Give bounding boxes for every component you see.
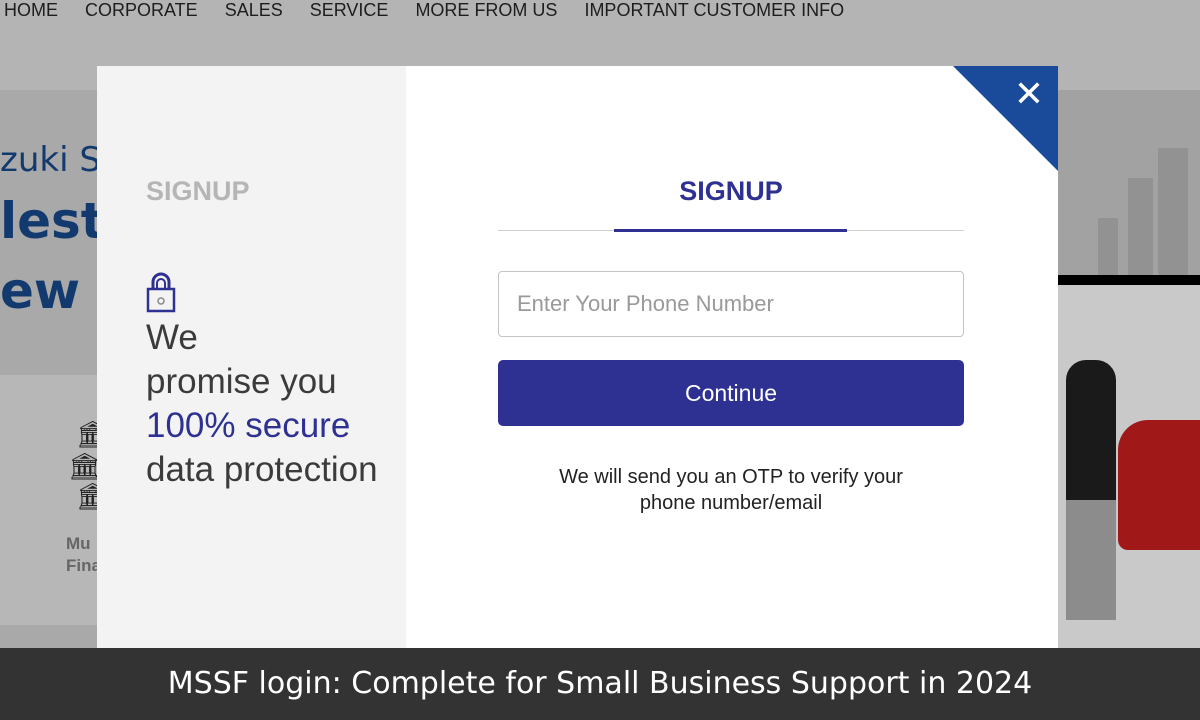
otp-line: phone number/email [639, 492, 823, 514]
tab-active-indicator [614, 229, 847, 232]
bg-card: 🏛 🏛 🏛 [0, 375, 109, 625]
building [1158, 148, 1188, 278]
continue-button[interactable]: Continue [498, 360, 964, 426]
lock-icon [146, 271, 176, 318]
bg-heading-1: zuki S [0, 140, 101, 180]
nav-corporate[interactable]: CORPORATE [85, 0, 198, 21]
promise-line: promise you [146, 362, 337, 401]
hero-illustration [1058, 90, 1200, 648]
phone-number-input[interactable] [498, 271, 964, 337]
promise-highlight: 100% secure [146, 406, 351, 445]
bg-card-line: Fina [66, 556, 101, 575]
bg-card-line: Mu [66, 534, 91, 553]
modal-left-panel: SIGNUP We promise you 100% secure data p… [97, 66, 406, 648]
illustration-car [1118, 420, 1200, 550]
left-title: SIGNUP [146, 176, 250, 206]
signup-modal: SIGNUP We promise you 100% secure data p… [97, 66, 1058, 648]
nav-home[interactable]: HOME [4, 0, 58, 21]
close-icon[interactable]: ✕ [1014, 76, 1044, 112]
illustration-person-legs [1066, 500, 1116, 620]
nav-sales[interactable]: SALES [225, 0, 283, 21]
otp-info: We will send you an OTP to verify your p… [498, 464, 964, 516]
caption-banner: MSSF login: Complete for Small Business … [0, 648, 1200, 720]
building [1098, 218, 1118, 278]
security-promise: We promise you 100% secure data protecti… [146, 316, 378, 492]
nav-important-customer-info[interactable]: IMPORTANT CUSTOMER INFO [584, 0, 844, 21]
building [1128, 178, 1153, 278]
main-nav: HOME CORPORATE SALES SERVICE MORE FROM U… [4, 0, 844, 21]
tab-signup[interactable]: SIGNUP [498, 176, 964, 207]
nav-more-from-us[interactable]: MORE FROM US [415, 0, 557, 21]
otp-line: We will send you an OTP to verify your [559, 466, 903, 488]
bg-card-text: Mu Fina [66, 533, 101, 577]
promise-line: We [146, 318, 198, 357]
promise-line: data protection [146, 450, 378, 489]
nav-service[interactable]: SERVICE [310, 0, 389, 21]
